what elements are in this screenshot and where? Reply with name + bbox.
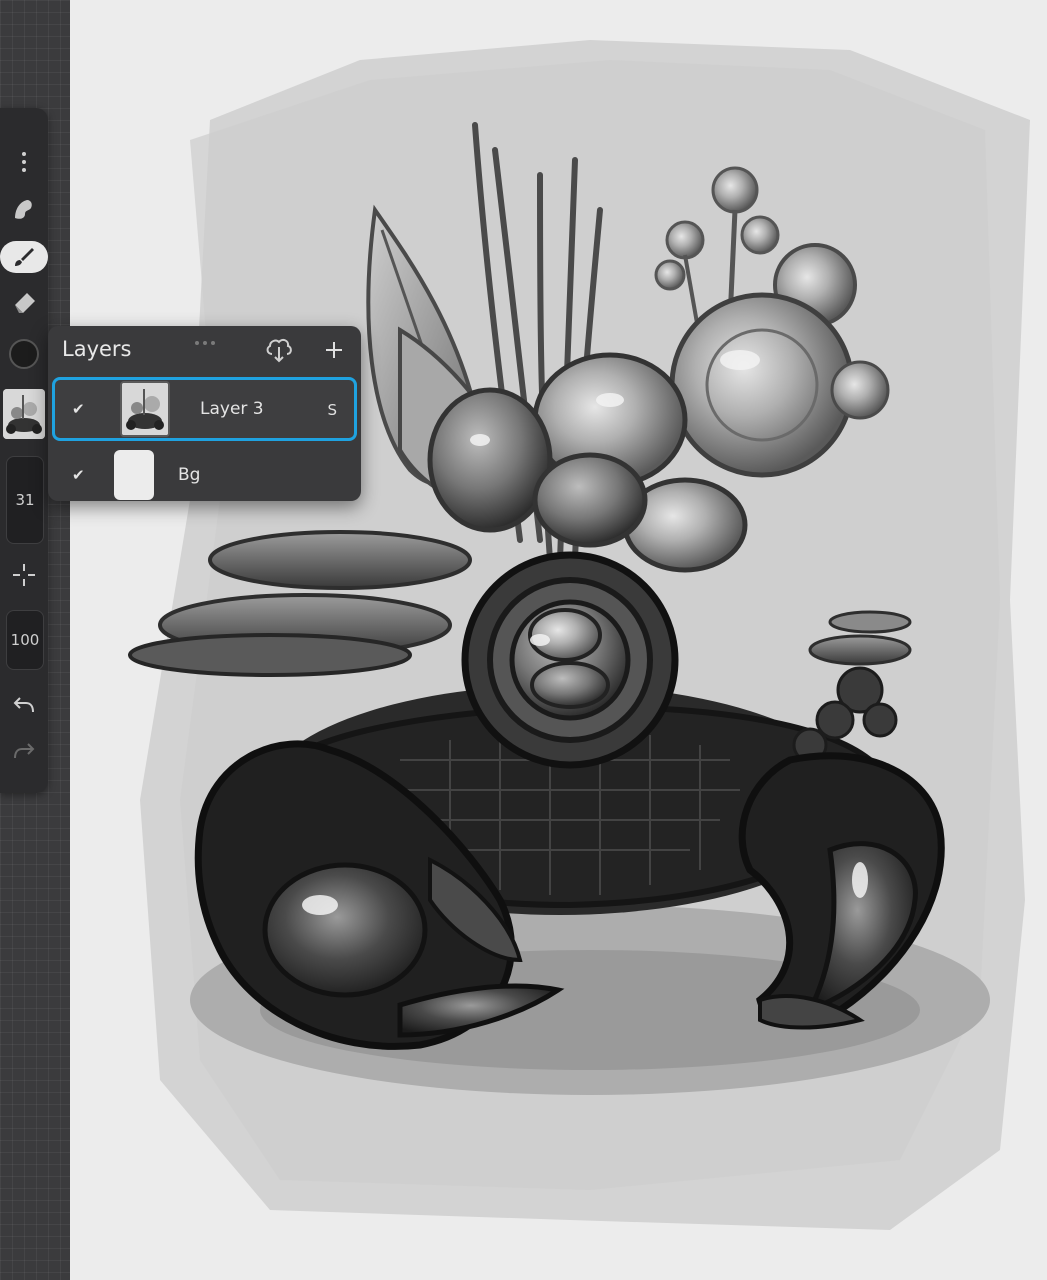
layer-blend-mode[interactable]: S bbox=[327, 401, 337, 419]
layer-visibility-checkbox[interactable]: ✔ bbox=[72, 466, 85, 484]
procreate-app: 31 100 Layers ✔ Layer 3 S ✔ Bg bbox=[0, 0, 1047, 1280]
undo-icon[interactable] bbox=[0, 690, 48, 720]
layers-panel: Layers ✔ Layer 3 S ✔ Bg bbox=[48, 326, 361, 501]
artwork-crab-with-mushrooms bbox=[128, 40, 1030, 1230]
layer-thumbnail-image bbox=[3, 389, 45, 439]
brush-opacity-slider[interactable]: 100 bbox=[6, 610, 44, 670]
add-layer-icon[interactable] bbox=[322, 338, 346, 362]
layer-row-layer-3[interactable]: ✔ Layer 3 S bbox=[52, 377, 357, 441]
layer-thumbnail bbox=[120, 381, 170, 437]
layer-name: Bg bbox=[178, 465, 201, 485]
eraser-tool-icon[interactable] bbox=[0, 288, 48, 318]
layer-row-bg[interactable]: ✔ Bg bbox=[52, 444, 357, 508]
brush-size-value: 31 bbox=[15, 491, 35, 509]
smudge-tool-icon[interactable] bbox=[0, 194, 48, 224]
brush-tool-icon[interactable] bbox=[0, 241, 48, 273]
drawing-canvas[interactable] bbox=[70, 0, 1047, 1280]
layers-panel-title: Layers bbox=[62, 337, 132, 361]
active-layer-thumbnail[interactable] bbox=[0, 388, 48, 440]
redo-icon[interactable] bbox=[0, 736, 48, 766]
layer-name: Layer 3 bbox=[200, 399, 264, 419]
more-options-icon[interactable] bbox=[0, 148, 48, 176]
current-color-swatch bbox=[9, 339, 39, 369]
layer-thumbnail bbox=[114, 450, 154, 500]
tool-sidebar: 31 100 bbox=[0, 108, 48, 793]
brush-tool-active-pill bbox=[0, 241, 48, 273]
cloud-download-icon[interactable] bbox=[264, 336, 296, 366]
layer-visibility-checkbox[interactable]: ✔ bbox=[72, 400, 85, 418]
modify-button-icon[interactable] bbox=[0, 560, 48, 590]
color-picker-icon[interactable] bbox=[0, 338, 48, 370]
panel-drag-handle[interactable] bbox=[193, 331, 217, 345]
brush-opacity-value: 100 bbox=[10, 631, 40, 649]
layer-thumbnail-image bbox=[122, 383, 168, 435]
brush-size-slider[interactable]: 31 bbox=[6, 456, 44, 544]
